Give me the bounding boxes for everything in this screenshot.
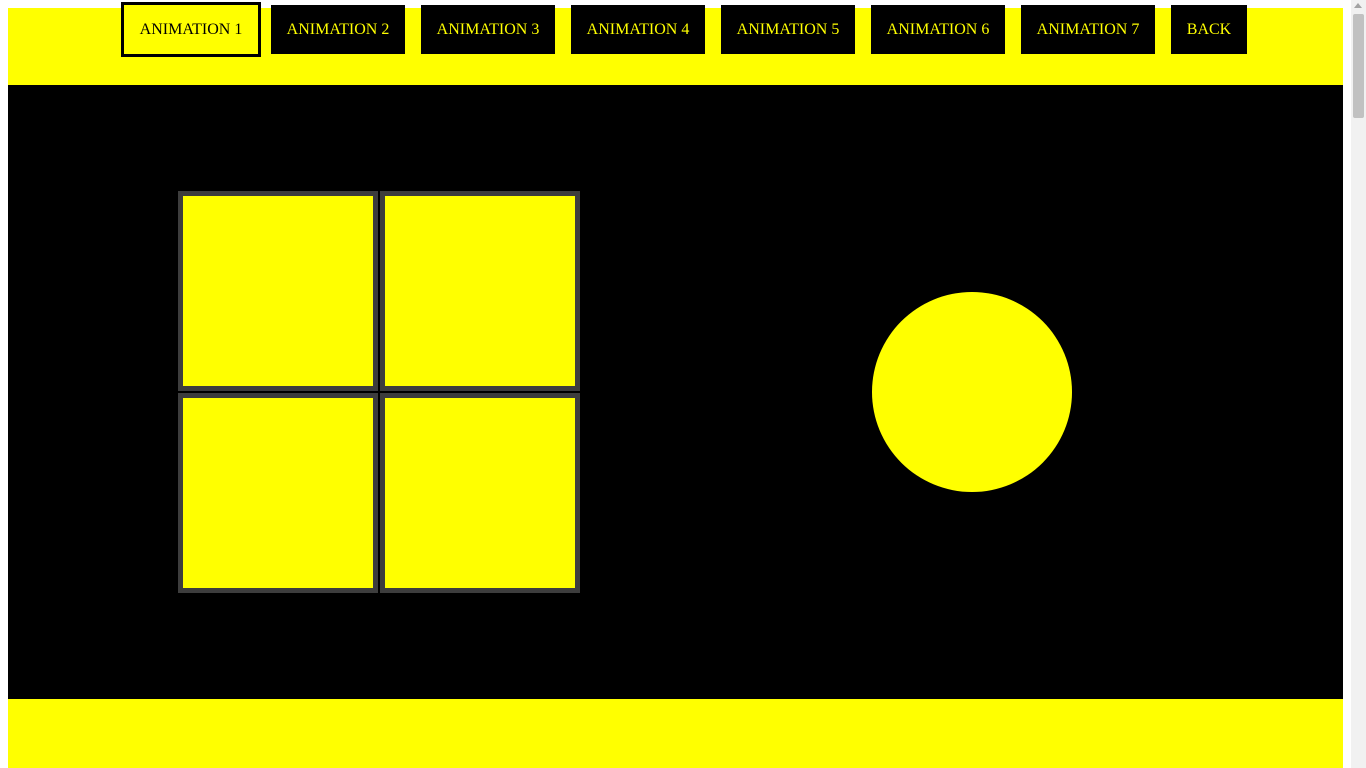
animation-5-button[interactable]: ANIMATION 5 xyxy=(721,5,855,54)
animation-nav: ANIMATION 1 ANIMATION 2 ANIMATION 3 ANIM… xyxy=(8,2,1343,85)
animation-3-button[interactable]: ANIMATION 3 xyxy=(421,5,555,54)
animation-tile-bottom-left xyxy=(178,393,378,593)
animation-2-button[interactable]: ANIMATION 2 xyxy=(271,5,405,54)
animation-1-button[interactable]: ANIMATION 1 xyxy=(121,2,261,57)
vertical-scrollbar[interactable] xyxy=(1351,0,1366,768)
page-background: ANIMATION 1 ANIMATION 2 ANIMATION 3 ANIM… xyxy=(8,2,1343,768)
animation-7-button[interactable]: ANIMATION 7 xyxy=(1021,5,1155,54)
animation-6-button[interactable]: ANIMATION 6 xyxy=(871,5,1005,54)
animation-stage xyxy=(8,85,1343,699)
animation-tile-top-right xyxy=(380,191,580,391)
scroll-up-arrow-icon[interactable] xyxy=(1354,3,1362,8)
back-button[interactable]: BACK xyxy=(1171,5,1247,54)
animation-4-button[interactable]: ANIMATION 4 xyxy=(571,5,705,54)
animation-circle xyxy=(872,292,1072,492)
scrollbar-thumb[interactable] xyxy=(1353,14,1364,118)
animation-tile-bottom-right xyxy=(380,393,580,593)
animation-tile-top-left xyxy=(178,191,378,391)
